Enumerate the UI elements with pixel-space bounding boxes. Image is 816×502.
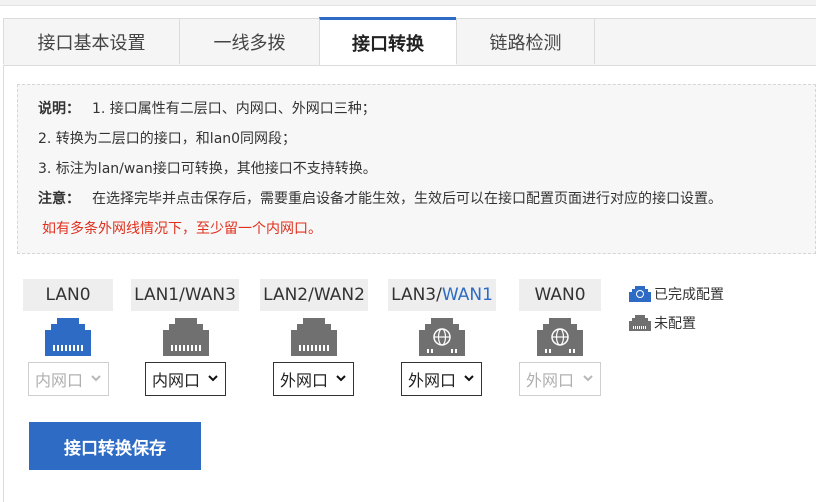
port-lan3-wan1: LAN3/WAN1 [388, 279, 496, 311]
legend-configured: 已完成配置 [629, 284, 724, 304]
note-line-3: 3. 标注为lan/wan接口可转换，其他接口不支持转换。 [38, 161, 377, 177]
chevron-down-icon [208, 375, 218, 382]
ethernet-port-icon [163, 318, 209, 356]
port-type-select-lan1-wan3[interactable]: 内网口 [145, 362, 226, 396]
configured-port-icon [629, 286, 651, 302]
globe-port-icon [537, 318, 583, 356]
port-lan0: LAN0 [23, 279, 113, 311]
port-label: LAN3/WAN1 [388, 279, 496, 311]
tab-interface-basic-settings[interactable]: 接口基本设置 [3, 18, 179, 64]
save-conversion-button[interactable]: 接口转换保存 [29, 422, 201, 470]
chevron-down-icon [583, 375, 593, 382]
note-line-4: 注意： 在选择完毕并点击保存后，需要重启设备才能生效，生效后可以在接口配置页面进行… [38, 191, 722, 207]
port-label: WAN0 [519, 279, 601, 311]
legend-unconfigured: 未配置 [629, 313, 696, 333]
tab-interface-conversion[interactable]: 接口转换 [319, 17, 456, 65]
port-lan1-wan3: LAN1/WAN3 [131, 279, 239, 311]
port-label: LAN2/WAN2 [260, 279, 368, 311]
globe-port-icon [419, 318, 465, 356]
port-label: LAN0 [23, 279, 113, 311]
chevron-down-icon [336, 375, 346, 382]
port-wan0: WAN0 [519, 279, 601, 311]
port-lan2-wan2: LAN2/WAN2 [260, 279, 368, 311]
tab-multi-dial[interactable]: 一线多拨 [179, 18, 319, 64]
note-title: 说明： [38, 101, 80, 117]
warning-text: 如有多条外网线情况下，至少留一个内网口。 [42, 221, 322, 237]
note-line-1: 说明： 1. 接口属性有二层口、内网口、外网口三种； [38, 101, 376, 117]
note-line-2: 2. 转换为二层口的接口，和lan0同网段； [38, 131, 297, 147]
ethernet-port-icon [45, 318, 91, 356]
tab-bar: 接口基本设置 一线多拨 接口转换 链路检测 [0, 17, 816, 66]
port-type-select-lan2-wan2[interactable]: 外网口 [273, 362, 354, 396]
tab-link-detection[interactable]: 链路检测 [456, 18, 595, 64]
attention-title: 注意： [38, 191, 80, 207]
chevron-down-icon [464, 375, 474, 382]
chevron-down-icon [91, 375, 101, 382]
top-strip [0, 0, 816, 6]
ethernet-port-icon [291, 318, 337, 356]
port-type-select-lan3-wan1[interactable]: 外网口 [401, 362, 482, 396]
notes-box: 说明： 1. 接口属性有二层口、内网口、外网口三种； 2. 转换为二层口的接口，和… [17, 84, 816, 254]
port-type-select-lan0: 内网口 [28, 362, 109, 396]
port-type-select-wan0: 外网口 [519, 362, 601, 396]
unconfigured-port-icon [629, 315, 651, 331]
port-label: LAN1/WAN3 [131, 279, 239, 311]
